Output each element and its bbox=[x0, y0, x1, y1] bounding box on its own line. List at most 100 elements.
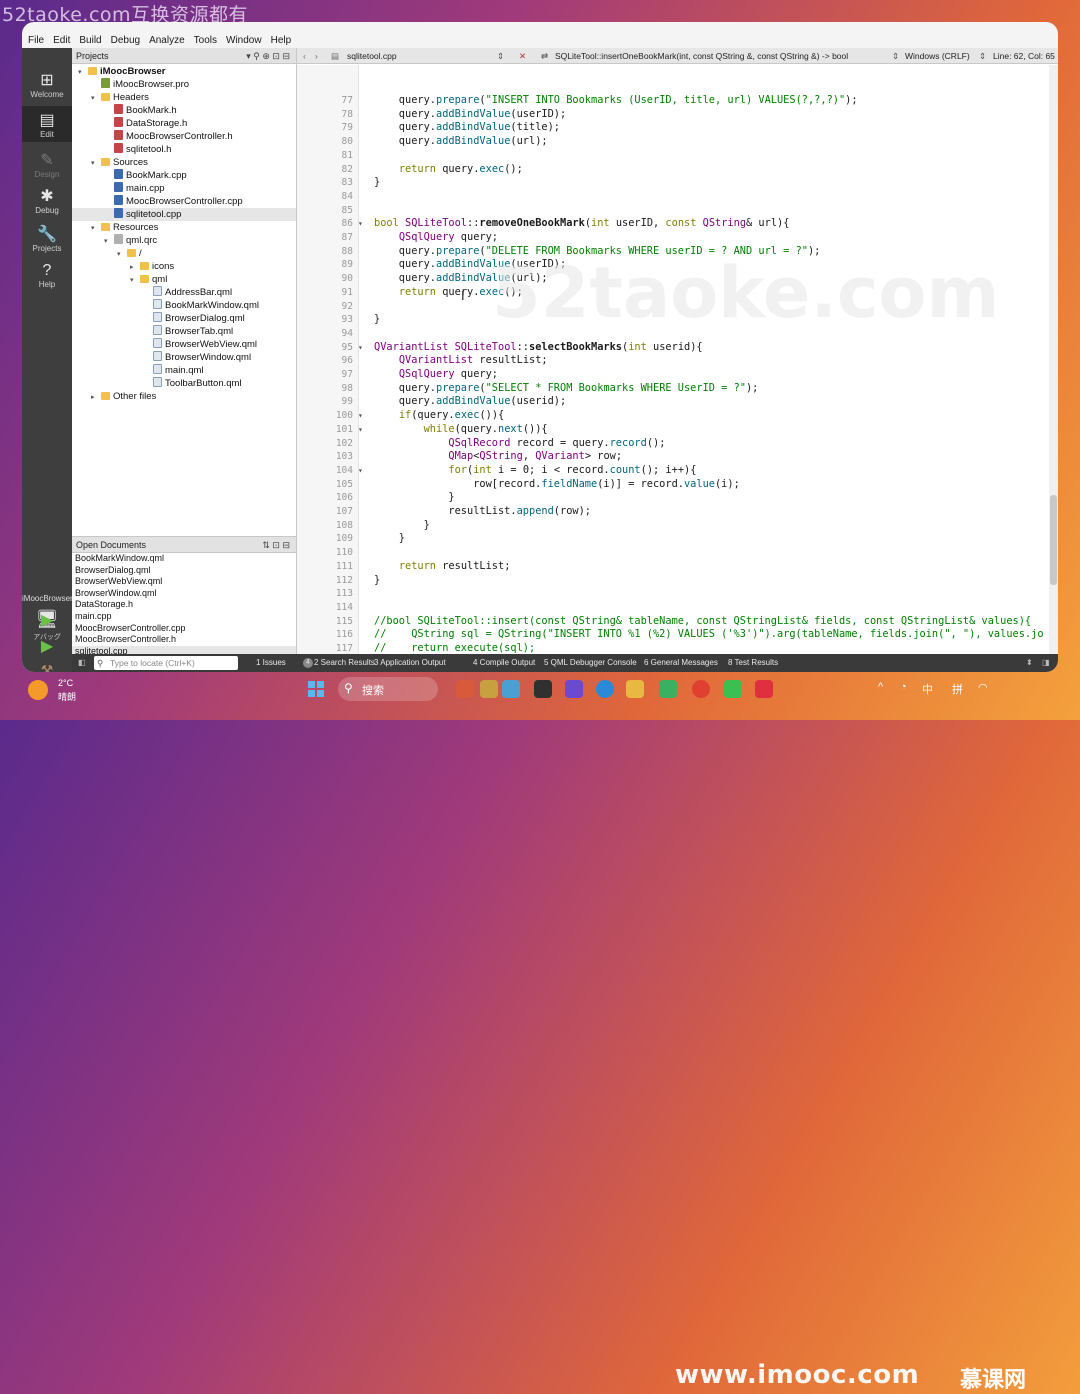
chrome-icon[interactable] bbox=[692, 680, 710, 698]
wifi-icon[interactable]: ◠ bbox=[978, 681, 988, 694]
app-icon-4[interactable] bbox=[534, 680, 552, 698]
tree-item[interactable]: ▾ Headers bbox=[72, 91, 296, 104]
cursor-position[interactable]: Line: 62, Col: 65 bbox=[993, 48, 1055, 64]
code-line[interactable]: 82 return query.exec(); bbox=[297, 163, 1058, 177]
symbol-dropdown-icon[interactable]: ⇕ bbox=[892, 48, 899, 64]
mode-edit[interactable]: ▤ Edit bbox=[22, 106, 72, 142]
scrollbar-thumb[interactable] bbox=[1050, 495, 1057, 585]
tray-chevron-icon[interactable]: ^ bbox=[878, 681, 883, 693]
code-line[interactable]: 79 query.addBindValue(title); bbox=[297, 121, 1058, 135]
code-line[interactable]: 116 // QString sql = QString("INSERT INTO… bbox=[297, 628, 1058, 642]
menu-build[interactable]: Build bbox=[79, 35, 101, 46]
chevron-right-icon[interactable]: ▸ bbox=[91, 391, 101, 404]
app-icon-11[interactable] bbox=[755, 680, 773, 698]
open-docs-controls[interactable]: ⇅ ⊡ ⊟ bbox=[262, 537, 290, 553]
code-line[interactable]: 111 return resultList; bbox=[297, 560, 1058, 574]
code-line[interactable]: 80 query.addBindValue(url); bbox=[297, 135, 1058, 149]
tree-item[interactable]: ▸ Other files bbox=[72, 390, 296, 403]
tree-item[interactable]: ▾ / bbox=[72, 247, 296, 260]
open-document-item[interactable]: BrowserWebView.qml bbox=[72, 576, 296, 588]
output-toggle-icon[interactable]: ⬍ bbox=[1026, 654, 1033, 672]
edge-icon[interactable] bbox=[596, 680, 614, 698]
encoding-label[interactable]: Windows (CRLF) bbox=[905, 48, 970, 64]
tree-item[interactable]: MoocBrowserController.cpp bbox=[72, 195, 296, 208]
output-tab[interactable]: 4 Compile Output bbox=[473, 654, 535, 672]
code-line[interactable]: 102 QSqlRecord record = query.record(); bbox=[297, 437, 1058, 451]
fold-marker-icon[interactable]: ▾ bbox=[358, 217, 363, 231]
tree-item[interactable]: sqlitetool.h bbox=[72, 143, 296, 156]
code-line[interactable]: 100 ▾ if(query.exec()){ bbox=[297, 409, 1058, 423]
code-line[interactable]: 89 query.addBindValue(userID); bbox=[297, 258, 1058, 272]
code-line[interactable]: 112} bbox=[297, 574, 1058, 588]
panel-toggle-icon[interactable]: ◨ bbox=[1042, 654, 1050, 672]
tree-item[interactable]: AddressBar.qml bbox=[72, 286, 296, 299]
code-line[interactable]: 77 query.prepare("INSERT INTO Bookmarks … bbox=[297, 94, 1058, 108]
code-line[interactable]: 96 QVariantList resultList; bbox=[297, 354, 1058, 368]
tree-item[interactable]: BookMark.h bbox=[72, 104, 296, 117]
tree-item[interactable]: iMoocBrowser.pro bbox=[72, 78, 296, 91]
tree-item[interactable]: sqlitetool.cpp bbox=[72, 208, 296, 221]
tray-app-icon[interactable]: ◔ bbox=[900, 681, 907, 693]
locator-input[interactable]: ⚲ Type to locate (Ctrl+K) bbox=[94, 656, 238, 670]
code-line[interactable]: 107 resultList.append(row); bbox=[297, 505, 1058, 519]
open-document-item[interactable]: MoocBrowserController.h bbox=[72, 634, 296, 646]
open-document-item[interactable]: BookMarkWindow.qml bbox=[72, 553, 296, 565]
mode-help[interactable]: ? Help bbox=[22, 258, 72, 294]
menu-tools[interactable]: Tools bbox=[194, 35, 217, 46]
tree-item[interactable]: ▾ Resources bbox=[72, 221, 296, 234]
fold-marker-icon[interactable]: ▾ bbox=[358, 423, 363, 437]
code-line[interactable]: 81 bbox=[297, 149, 1058, 163]
code-line[interactable]: 114 bbox=[297, 601, 1058, 615]
tree-item[interactable]: BrowserWebView.qml bbox=[72, 338, 296, 351]
code-line[interactable]: 103 QMap<QString, QVariant> row; bbox=[297, 450, 1058, 464]
code-line[interactable]: 86 ▾ bool SQLiteTool::removeOneBookMark(in… bbox=[297, 217, 1058, 231]
encoding-dropdown-icon[interactable]: ⇕ bbox=[979, 48, 986, 64]
code-line[interactable]: 94 bbox=[297, 327, 1058, 341]
open-document-item[interactable]: main.cpp bbox=[72, 611, 296, 623]
tree-item[interactable]: ▸ icons bbox=[72, 260, 296, 273]
tree-item[interactable]: BookMarkWindow.qml bbox=[72, 299, 296, 312]
tree-item[interactable]: BrowserDialog.qml bbox=[72, 312, 296, 325]
tree-item[interactable]: BookMark.cpp bbox=[72, 169, 296, 182]
app-icon-10[interactable] bbox=[724, 680, 742, 698]
ime-zh[interactable]: 中 bbox=[922, 681, 933, 697]
code-line[interactable]: 93} bbox=[297, 313, 1058, 327]
code-line[interactable]: 115 //bool SQLiteTool::insert(const QStri… bbox=[297, 615, 1058, 629]
symbol-selector[interactable]: SQLiteTool::insertOneBookMark(int, const… bbox=[555, 48, 848, 64]
run-button[interactable]: ▶ bbox=[22, 610, 72, 630]
output-tab[interactable]: 8 Test Results bbox=[728, 654, 778, 672]
tree-item[interactable]: ▾ qml.qrc bbox=[72, 234, 296, 247]
code-line[interactable]: 85 bbox=[297, 204, 1058, 218]
tree-item[interactable]: DataStorage.h bbox=[72, 117, 296, 130]
code-line[interactable]: 113 bbox=[297, 587, 1058, 601]
code-line[interactable]: 97 QSqlQuery query; bbox=[297, 368, 1058, 382]
menu-debug[interactable]: Debug bbox=[111, 35, 140, 46]
menu-file[interactable]: File bbox=[28, 35, 44, 46]
code-line[interactable]: 90 query.addBindValue(url); bbox=[297, 272, 1058, 286]
taskbar-search[interactable]: ⚲ 搜索 bbox=[338, 677, 438, 701]
windows-start-icon[interactable] bbox=[308, 681, 324, 697]
menu-help[interactable]: Help bbox=[271, 35, 292, 46]
nav-back-icon[interactable]: ‹ bbox=[303, 48, 306, 64]
code-line[interactable]: 95 ▾ QVariantList SQLiteTool::selectBookMa… bbox=[297, 341, 1058, 355]
tab-dropdown-icon[interactable]: ⇕ bbox=[497, 48, 504, 64]
close-tab-icon[interactable]: ✕ bbox=[519, 48, 526, 64]
code-line[interactable]: 98 query.prepare("SELECT * FROM Bookmark… bbox=[297, 382, 1058, 396]
code-editor[interactable]: ‹ › ▤ sqlitetool.cpp ⇕ ✕ ⇄ SQLiteTool::i… bbox=[297, 48, 1058, 668]
vertical-scrollbar[interactable] bbox=[1049, 65, 1058, 654]
file-explorer-icon[interactable] bbox=[626, 680, 644, 698]
output-tab[interactable]: 2 Search Results bbox=[314, 654, 375, 672]
app-icon-2[interactable] bbox=[480, 680, 498, 698]
fold-marker-icon[interactable]: ▾ bbox=[358, 341, 363, 355]
app-icon-5[interactable] bbox=[565, 680, 583, 698]
pane-controls[interactable]: ▾ ⚲ ⊕ ⊡ ⊟ bbox=[246, 48, 290, 64]
menu-window[interactable]: Window bbox=[226, 35, 262, 46]
app-icon-8[interactable] bbox=[659, 680, 677, 698]
tree-item[interactable]: ▾ Sources bbox=[72, 156, 296, 169]
app-icon-1[interactable] bbox=[456, 680, 474, 698]
output-tab[interactable]: 3 Application Output bbox=[374, 654, 446, 672]
sidebar-toggle-icon[interactable]: ◧ bbox=[78, 654, 86, 672]
code-line[interactable]: 109 } bbox=[297, 532, 1058, 546]
app-icon-3[interactable] bbox=[502, 680, 520, 698]
open-document-item[interactable]: BrowserWindow.qml bbox=[72, 588, 296, 600]
